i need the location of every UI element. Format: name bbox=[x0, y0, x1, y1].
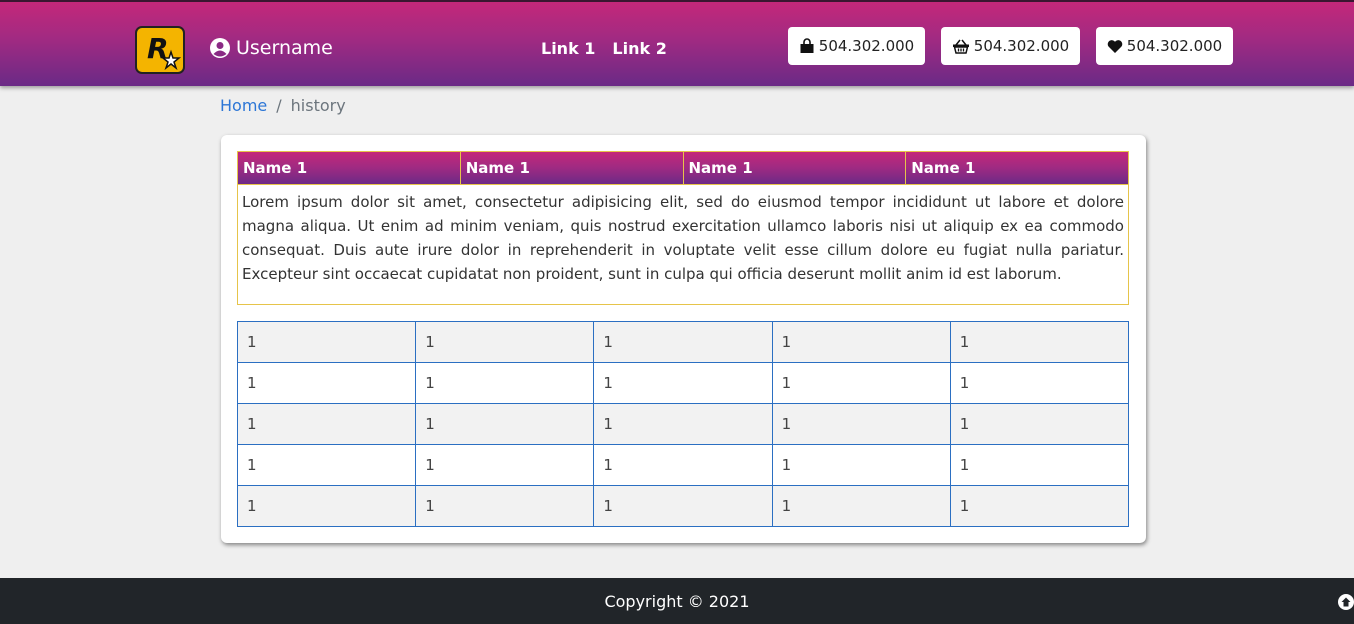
history-grid-body: 1111111111111111111111111 bbox=[236, 321, 1130, 527]
table-cell: 1 bbox=[236, 321, 417, 363]
top-navbar: R Username Link 1 Link 2 504.302.000 504… bbox=[0, 0, 1354, 86]
table-cell: 1 bbox=[593, 362, 773, 404]
table-cell: 1 bbox=[949, 444, 1130, 486]
table-row: 11111 bbox=[236, 403, 1130, 445]
table-row: 11111 bbox=[236, 321, 1130, 363]
rockstar-logo-icon[interactable]: R bbox=[135, 26, 185, 74]
user-circle-icon bbox=[210, 38, 230, 58]
table-cell: 1 bbox=[415, 403, 595, 445]
stat-badge-heart[interactable]: 504.302.000 bbox=[1096, 27, 1233, 65]
table-cell: 1 bbox=[949, 403, 1130, 445]
table-cell: 1 bbox=[949, 321, 1130, 363]
info-table-body-text: Lorem ipsum dolor sit amet, consectetur … bbox=[238, 184, 1128, 291]
table-cell: 1 bbox=[771, 444, 951, 486]
table-cell: 1 bbox=[236, 362, 417, 404]
table-cell: 1 bbox=[236, 485, 417, 527]
table-cell: 1 bbox=[771, 403, 951, 445]
table-cell: 1 bbox=[771, 485, 951, 527]
info-table-header: Name 1 Name 1 Name 1 Name 1 bbox=[238, 152, 1128, 184]
table-cell: 1 bbox=[771, 321, 951, 363]
copyright-text: Copyright © 2021 bbox=[604, 591, 750, 611]
info-table-header-cell: Name 1 bbox=[461, 152, 684, 184]
table-row: 11111 bbox=[236, 362, 1130, 404]
nav-link-1[interactable]: Link 1 bbox=[541, 39, 595, 58]
breadcrumb: Home / history bbox=[220, 96, 346, 115]
info-table-header-cell: Name 1 bbox=[911, 159, 976, 177]
footer: Copyright © 2021 bbox=[0, 578, 1354, 624]
stat-badge-bag[interactable]: 504.302.000 bbox=[788, 27, 925, 65]
table-cell: 1 bbox=[236, 403, 417, 445]
table-cell: 1 bbox=[949, 362, 1130, 404]
info-table: Name 1 Name 1 Name 1 Name 1 Lorem ipsum … bbox=[237, 151, 1129, 305]
scroll-to-top-icon[interactable] bbox=[1338, 594, 1354, 610]
table-cell: 1 bbox=[415, 485, 595, 527]
table-cell: 1 bbox=[949, 485, 1130, 527]
table-cell: 1 bbox=[415, 362, 595, 404]
nav-link-2[interactable]: Link 2 bbox=[612, 39, 666, 58]
user-menu[interactable]: Username bbox=[210, 35, 333, 61]
table-row: 11111 bbox=[236, 444, 1130, 486]
username-label: Username bbox=[236, 37, 333, 59]
table-cell: 1 bbox=[415, 444, 595, 486]
table-cell: 1 bbox=[593, 403, 773, 445]
info-table-header-cell: Name 1 bbox=[684, 152, 907, 184]
stat-value-bag: 504.302.000 bbox=[818, 37, 915, 55]
table-row: 11111 bbox=[236, 485, 1130, 527]
history-card: Name 1 Name 1 Name 1 Name 1 Lorem ipsum … bbox=[221, 135, 1146, 543]
heart-icon bbox=[1107, 39, 1123, 53]
basket-icon bbox=[952, 39, 969, 54]
table-cell: 1 bbox=[236, 444, 417, 486]
breadcrumb-separator: / bbox=[276, 96, 282, 115]
stat-badge-basket[interactable]: 504.302.000 bbox=[941, 27, 1080, 65]
stat-value-basket: 504.302.000 bbox=[973, 37, 1070, 55]
stat-value-heart: 504.302.000 bbox=[1126, 37, 1223, 55]
breadcrumb-current: history bbox=[290, 96, 346, 115]
table-cell: 1 bbox=[415, 321, 595, 363]
table-cell: 1 bbox=[593, 485, 773, 527]
table-cell: 1 bbox=[593, 444, 773, 486]
info-table-header-cell: Name 1 bbox=[238, 152, 461, 184]
history-grid-table: 1111111111111111111111111 bbox=[236, 321, 1130, 527]
breadcrumb-home-link[interactable]: Home bbox=[220, 96, 267, 115]
table-cell: 1 bbox=[771, 362, 951, 404]
shopping-bag-icon bbox=[800, 38, 814, 53]
table-cell: 1 bbox=[593, 321, 773, 363]
nav-links: Link 1 Link 2 bbox=[541, 39, 684, 58]
